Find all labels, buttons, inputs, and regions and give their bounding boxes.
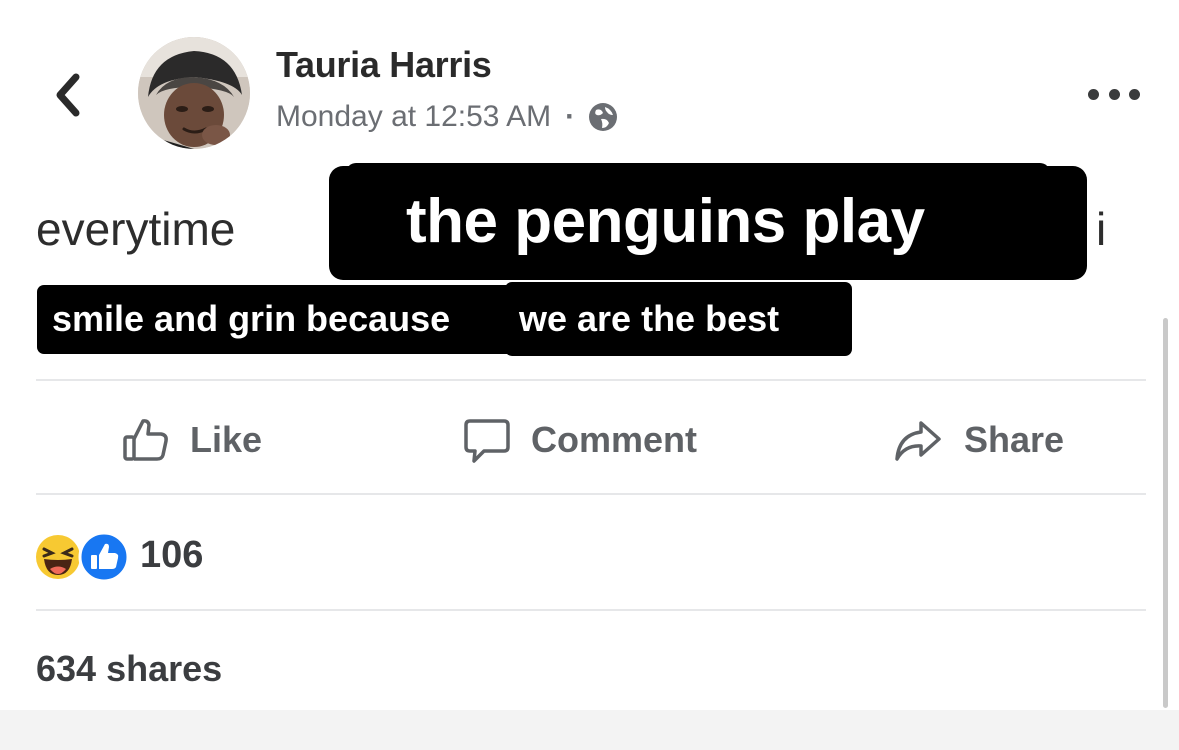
facebook-post-screen: Tauria Harris Monday at 12:53 AM · every… xyxy=(0,0,1179,750)
caption-right: we are the best xyxy=(519,298,780,339)
post-timestamp[interactable]: Monday at 12:53 AM xyxy=(276,100,551,134)
scrollbar[interactable] xyxy=(1163,318,1168,708)
caption-left: smile and grin because xyxy=(52,298,451,339)
divider xyxy=(36,379,1146,381)
back-button[interactable] xyxy=(44,70,90,120)
more-options-button[interactable] xyxy=(1088,80,1140,108)
thumbs-up-icon xyxy=(120,414,172,466)
caption-box-large-tab xyxy=(346,163,1050,183)
haha-reaction-icon xyxy=(36,535,80,579)
meta-separator: · xyxy=(565,100,576,133)
share-arrow-icon xyxy=(892,414,944,466)
more-dot-icon xyxy=(1088,88,1099,100)
reactions-summary[interactable]: 106 xyxy=(34,528,204,583)
post-meta: Monday at 12:53 AM · xyxy=(276,96,619,138)
post-text-prefix: everytime xyxy=(36,203,236,255)
caption-large: the penguins play xyxy=(406,187,925,256)
more-dot-icon xyxy=(1129,88,1140,100)
author-avatar[interactable] xyxy=(138,37,250,149)
like-label: Like xyxy=(190,419,263,460)
comment-icon xyxy=(461,414,513,466)
share-button[interactable]: Share xyxy=(892,412,1064,468)
post-text-suffix: i xyxy=(1096,203,1107,255)
chevron-left-icon xyxy=(56,73,80,117)
like-button[interactable]: Like xyxy=(120,412,262,468)
author-name[interactable]: Tauria Harris xyxy=(276,44,492,86)
comment-button[interactable]: Comment xyxy=(461,412,697,468)
shares-count[interactable]: 634 shares xyxy=(36,648,222,690)
comment-label: Comment xyxy=(531,419,698,460)
share-label: Share xyxy=(964,419,1065,460)
reaction-count: 106 xyxy=(140,533,204,576)
avatar-photo xyxy=(138,37,250,149)
globe-icon xyxy=(589,103,618,131)
bottom-strip xyxy=(0,710,1179,750)
like-reaction-icon xyxy=(78,531,130,583)
reaction-icons xyxy=(34,529,134,583)
divider xyxy=(36,609,1146,611)
more-dot-icon xyxy=(1108,88,1120,100)
divider xyxy=(36,493,1146,495)
